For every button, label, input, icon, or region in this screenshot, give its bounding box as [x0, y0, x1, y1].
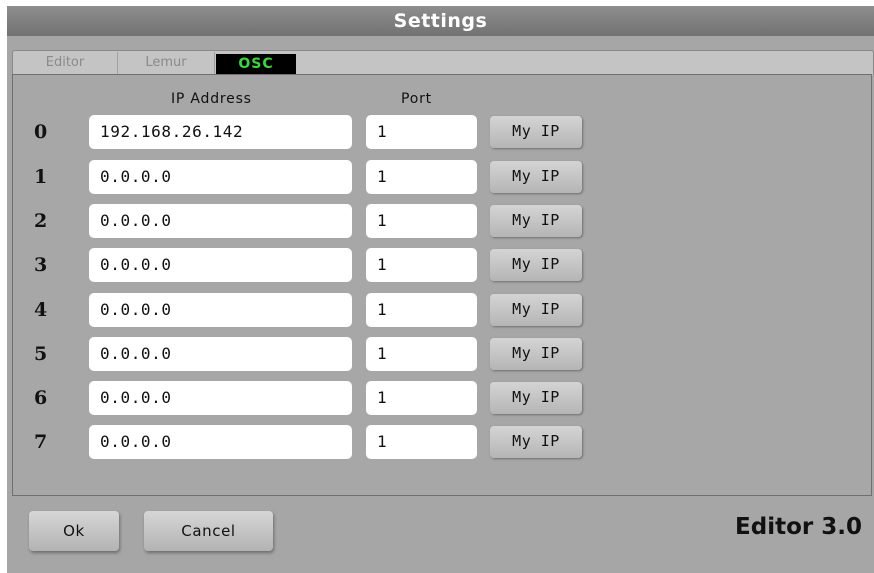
my-ip-button[interactable]: My IP — [490, 249, 582, 281]
ip-address-field[interactable]: 0.0.0.0 — [89, 248, 352, 282]
version-label: Editor 3.0 — [735, 514, 862, 540]
port-field[interactable]: 1 — [366, 293, 477, 327]
ip-address-field[interactable]: 0.0.0.0 — [89, 381, 352, 415]
ok-button[interactable]: Ok — [29, 511, 119, 551]
row-index: 0 — [34, 121, 48, 143]
ip-address-field[interactable]: 0.0.0.0 — [89, 337, 352, 371]
row-index: 5 — [34, 343, 48, 365]
my-ip-button[interactable]: My IP — [490, 382, 582, 414]
dialog-title: Settings — [7, 6, 874, 36]
my-ip-button[interactable]: My IP — [490, 294, 582, 326]
tab-editor[interactable]: Editor — [13, 52, 118, 74]
ip-address-field[interactable]: 192.168.26.142 — [89, 115, 352, 149]
row-index: 4 — [34, 299, 48, 321]
ip-address-field[interactable]: 0.0.0.0 — [89, 293, 352, 327]
settings-dialog: Settings Editor Lemur OSC IP Address Por… — [7, 6, 874, 573]
ip-address-field[interactable]: 0.0.0.0 — [89, 204, 352, 238]
port-field[interactable]: 1 — [366, 115, 477, 149]
my-ip-button[interactable]: My IP — [490, 426, 582, 458]
port-field[interactable]: 1 — [366, 204, 477, 238]
row-index: 2 — [34, 210, 48, 232]
ip-address-field[interactable]: 0.0.0.0 — [89, 160, 352, 194]
ip-address-field[interactable]: 0.0.0.0 — [89, 425, 352, 459]
osc-settings-panel: IP Address Port 0 192.168.26.142 1 My IP… — [12, 74, 872, 496]
tab-bar: Editor Lemur OSC — [12, 50, 874, 75]
ip-address-column-header: IP Address — [171, 91, 252, 107]
tab-lemur[interactable]: Lemur — [118, 52, 215, 74]
port-field[interactable]: 1 — [366, 337, 477, 371]
port-field[interactable]: 1 — [366, 160, 477, 194]
port-column-header: Port — [401, 91, 432, 107]
port-field[interactable]: 1 — [366, 248, 477, 282]
row-index: 6 — [34, 387, 48, 409]
tab-osc[interactable]: OSC — [216, 54, 296, 74]
my-ip-button[interactable]: My IP — [490, 338, 582, 370]
my-ip-button[interactable]: My IP — [490, 116, 582, 148]
my-ip-button[interactable]: My IP — [490, 161, 582, 193]
row-index: 7 — [34, 431, 48, 453]
port-field[interactable]: 1 — [366, 381, 477, 415]
row-index: 3 — [34, 254, 48, 276]
cancel-button[interactable]: Cancel — [144, 511, 273, 551]
row-index: 1 — [34, 166, 48, 188]
port-field[interactable]: 1 — [366, 425, 477, 459]
my-ip-button[interactable]: My IP — [490, 205, 582, 237]
